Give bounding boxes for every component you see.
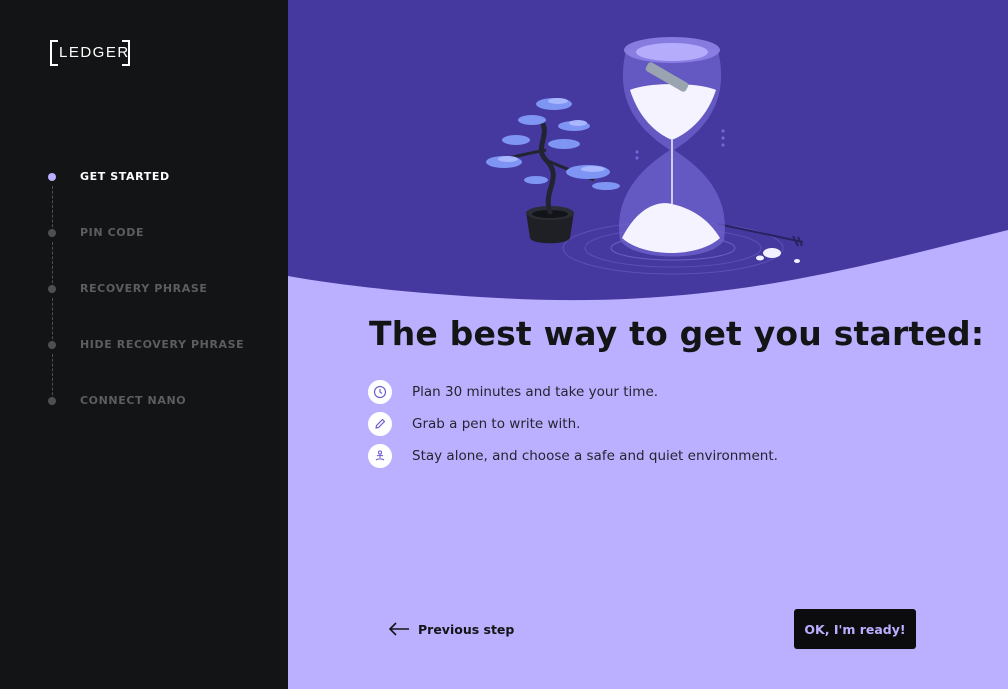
hourglass-bonsai-illustration [288,0,1008,301]
step-label: HIDE RECOVERY PHRASE [80,338,245,351]
meditation-icon [368,444,392,468]
step-dot [48,285,56,293]
confirm-ready-button[interactable]: OK, I'm ready! [794,609,916,649]
step-label: CONNECT NANO [80,394,187,407]
main-panel: The best way to get you started: Plan 30… [288,0,1008,689]
page-title: The best way to get you started: [369,314,985,353]
step-get-started[interactable]: GET STARTED [48,170,244,232]
step-pin-code[interactable]: PIN CODE [48,226,244,288]
tip-text: Plan 30 minutes and take your time. [412,384,659,400]
logo-text: LEDGER [59,44,130,61]
step-active-dot [48,173,56,181]
step-label: RECOVERY PHRASE [80,282,208,295]
arrow-left-icon [388,622,409,636]
tip-text: Grab a pen to write with. [412,416,581,432]
logo-bracket-right [122,40,130,66]
step-connect-nano[interactable]: CONNECT NANO [48,394,244,450]
list-item: Plan 30 minutes and take your time. [368,376,778,408]
ledger-logo: LEDGER [50,40,130,66]
step-dot [48,229,56,237]
clock-icon [368,380,392,404]
step-dot [48,397,56,405]
step-label: PIN CODE [80,226,145,239]
previous-step-button[interactable]: Previous step [388,618,514,640]
onboarding-window: LEDGER GET STARTED PIN CODE RECOVERY PHR… [0,0,1008,689]
step-dot [48,341,56,349]
sidebar: LEDGER GET STARTED PIN CODE RECOVERY PHR… [0,0,288,689]
step-label: GET STARTED [80,170,170,183]
tip-text: Stay alone, and choose a safe and quiet … [412,448,778,464]
step-recovery-phrase[interactable]: RECOVERY PHRASE [48,282,244,344]
onboarding-steps: GET STARTED PIN CODE RECOVERY PHRASE HID… [48,170,244,450]
list-item: Stay alone, and choose a safe and quiet … [368,440,778,472]
pen-icon [368,412,392,436]
logo-bracket-left [50,40,58,66]
previous-step-label: Previous step [418,621,515,637]
list-item: Grab a pen to write with. [368,408,778,440]
step-hide-recovery-phrase[interactable]: HIDE RECOVERY PHRASE [48,338,245,400]
tips-list: Plan 30 minutes and take your time. Grab… [368,376,778,472]
